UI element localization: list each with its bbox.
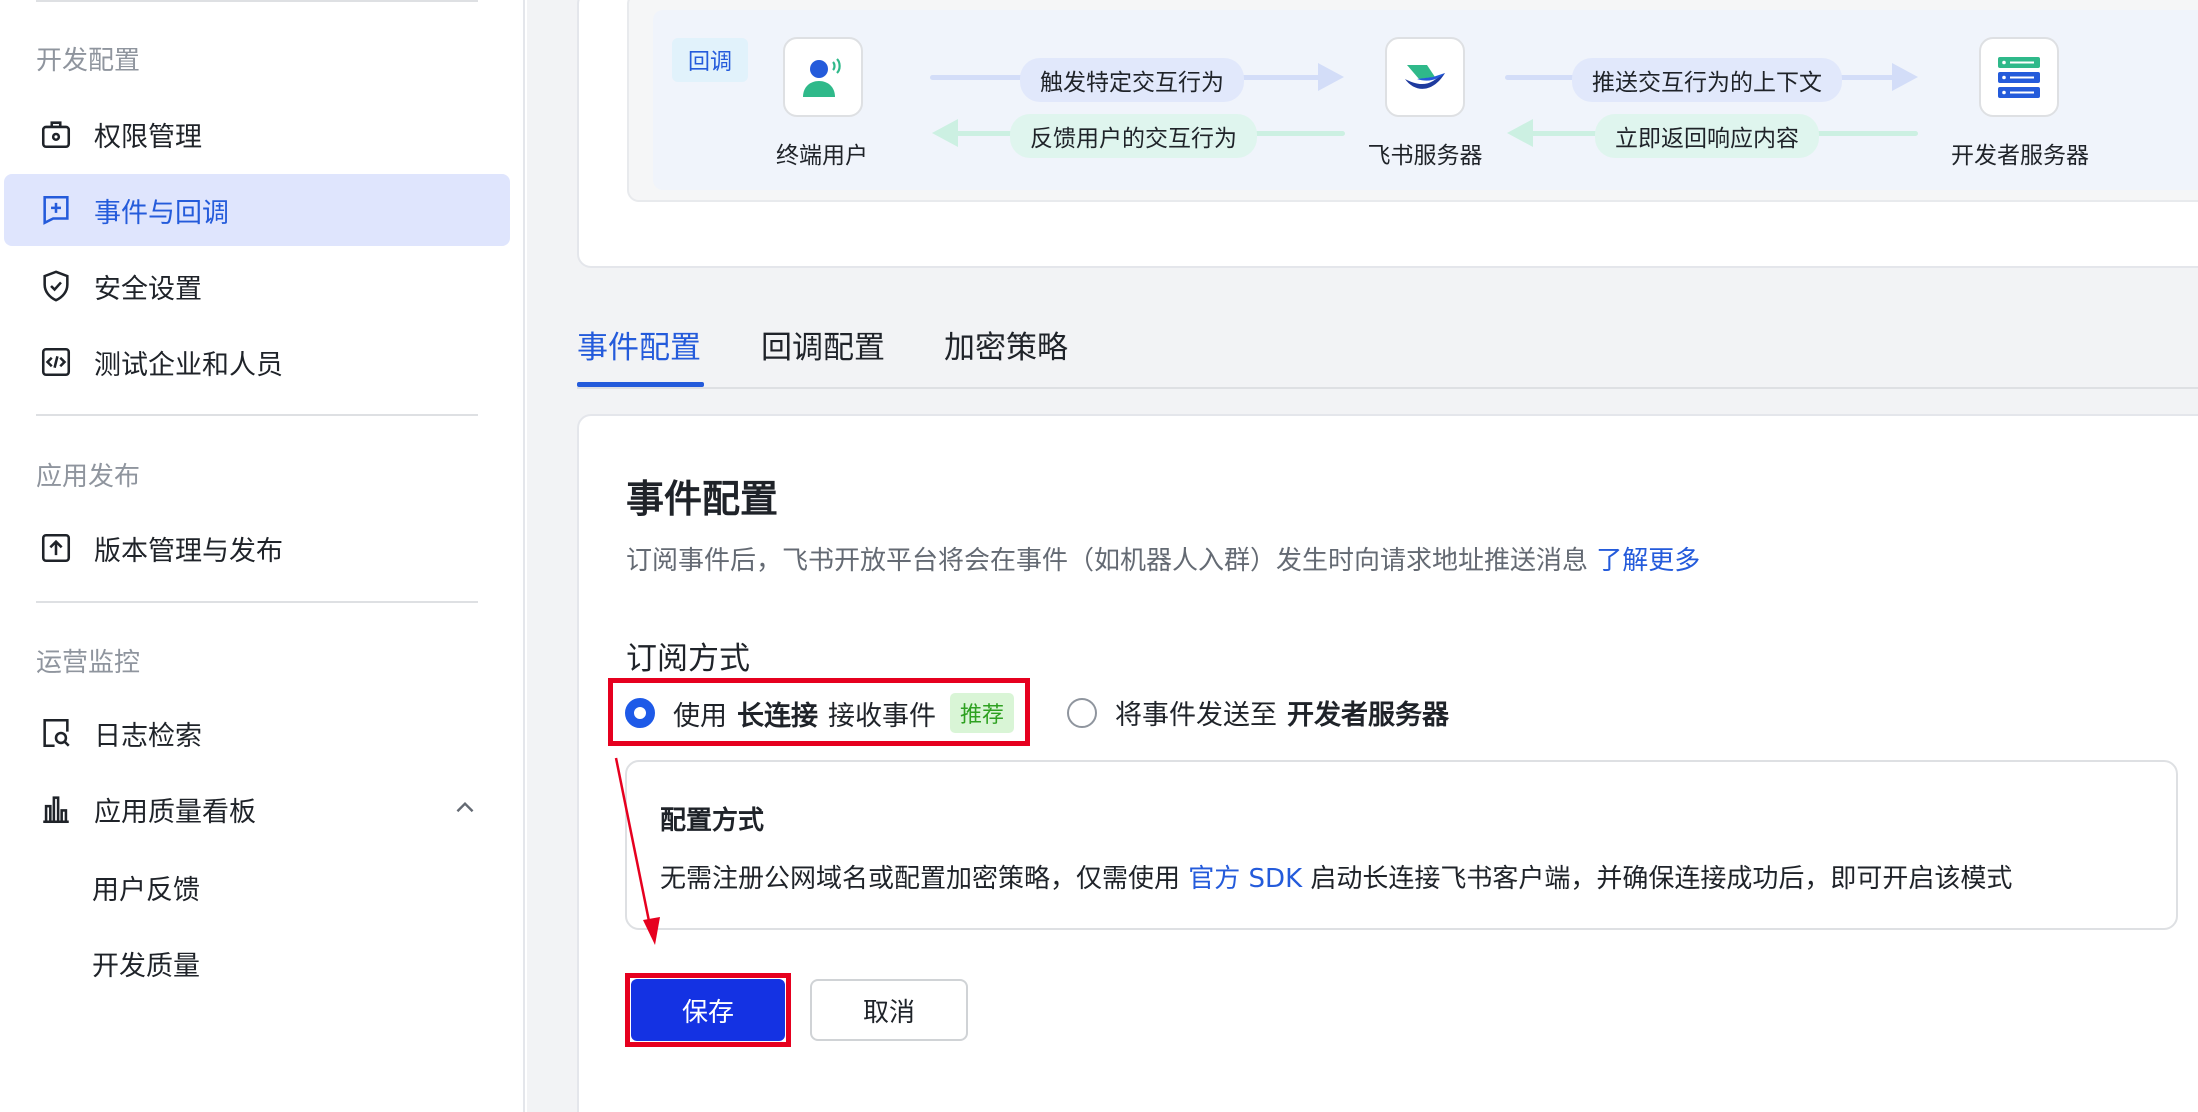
bar-chart-icon — [38, 791, 74, 827]
node-feishu-server: 飞书服务器 — [1367, 143, 1483, 169]
arrow-right-head — [1318, 63, 1344, 91]
tabs-divider — [577, 387, 2198, 389]
label-trigger: 触发特定交互行为 — [1020, 58, 1244, 102]
arrow-right-head — [1892, 63, 1918, 91]
tab-event-config[interactable]: 事件配置 — [577, 322, 701, 367]
sidebar-divider — [36, 414, 478, 416]
mode-desc-suffix: 启动长连接飞书客户端，并确保连接成功后，即可开启该模式 — [1310, 864, 2013, 894]
sidebar-item-events-callbacks[interactable]: 事件与回调 — [4, 174, 510, 246]
annotation-highlight-option — [608, 678, 1030, 746]
sidebar-item-permissions[interactable]: 权限管理 — [4, 98, 510, 170]
sidebar-item-quality-board[interactable]: 应用质量看板 — [4, 773, 510, 845]
section-ops-monitor: 运营监控 — [36, 648, 141, 678]
learn-more-link[interactable]: 了解更多 — [1596, 546, 1700, 576]
sidebar-item-label: 事件与回调 — [94, 197, 229, 229]
arrow-left-head — [1507, 119, 1533, 147]
lock-bag-icon — [38, 116, 74, 152]
section-description: 订阅事件后，飞书开放平台将会在事件（如机器人入群）发生时向请求地址推送消息 了解… — [626, 540, 1700, 577]
sidebar-item-test-users[interactable]: 测试企业和人员 — [4, 326, 510, 398]
official-sdk-link[interactable]: 官方 SDK — [1188, 864, 1302, 894]
upload-box-icon — [38, 530, 74, 566]
log-search-icon — [38, 715, 74, 751]
code-box-icon — [38, 344, 74, 380]
section-dev-config: 开发配置 — [36, 46, 141, 76]
radio-dev-server[interactable] — [1067, 697, 1097, 728]
sidebar-item-security[interactable]: 安全设置 — [4, 250, 510, 322]
sidebar-item-label: 测试企业和人员 — [94, 349, 283, 381]
label-respond: 立即返回响应内容 — [1595, 114, 1819, 158]
sidebar-item-log-search[interactable]: 日志检索 — [4, 697, 510, 769]
sidebar-divider — [36, 601, 478, 603]
label-push: 推送交互行为的上下文 — [1572, 58, 1842, 102]
option-dev-server[interactable]: 将事件发送至 开发者服务器 — [1067, 693, 1449, 732]
config-mode-description: 无需注册公网域名或配置加密策略，仅需使用 官方 SDK 启动长连接飞书客户端，并… — [660, 858, 2012, 895]
node-dev-server: 开发者服务器 — [1951, 143, 2089, 169]
sidebar-subitem-dev-quality[interactable]: 开发质量 — [92, 944, 200, 983]
cancel-button[interactable]: 取消 — [810, 979, 968, 1041]
arrow-left-head — [932, 119, 958, 147]
event-plus-icon — [38, 192, 74, 228]
sidebar-item-label: 安全设置 — [94, 273, 202, 305]
node-end-user: 终端用户 — [776, 143, 868, 169]
dev-server-icon — [1979, 37, 2059, 117]
section-app-release: 应用发布 — [36, 462, 141, 492]
sidebar-item-label: 日志检索 — [94, 720, 202, 752]
config-mode-box — [625, 760, 2178, 930]
sidebar-item-label: 版本管理与发布 — [94, 535, 283, 567]
subscribe-label: 订阅方式 — [626, 641, 750, 677]
annotation-highlight-save — [625, 973, 791, 1047]
sidebar-subitem-user-feedback[interactable]: 用户反馈 — [92, 868, 200, 907]
annotation-arrow — [614, 757, 660, 945]
sidebar-item-label: 权限管理 — [94, 121, 202, 153]
label-feedback: 反馈用户的交互行为 — [1010, 114, 1257, 158]
section-title: 事件配置 — [626, 477, 779, 521]
feishu-server-icon — [1385, 37, 1465, 117]
end-user-icon — [783, 37, 863, 117]
sidebar-item-version-release[interactable]: 版本管理与发布 — [4, 512, 510, 584]
mode-desc-prefix: 无需注册公网域名或配置加密策略，仅需使用 — [660, 864, 1181, 894]
tab-callback-config[interactable]: 回调配置 — [761, 322, 885, 367]
callback-tag: 回调 — [672, 38, 749, 82]
shield-check-icon — [38, 268, 74, 304]
sidebar-divider — [36, 0, 478, 2]
sidebar-item-label: 应用质量看板 — [94, 796, 256, 828]
chevron-up-icon[interactable] — [452, 795, 478, 821]
description-text: 订阅事件后，飞书开放平台将会在事件（如机器人入群）发生时向请求地址推送消息 — [626, 546, 1589, 576]
sidebar: 开发配置 权限管理 事件与回调 安全设置 测试企业和人员 应用发布 版本管理与发… — [0, 0, 525, 1112]
option-bold: 开发者服务器 — [1287, 700, 1449, 731]
option-prefix: 将事件发送至 — [1115, 700, 1277, 731]
tab-encryption[interactable]: 加密策略 — [944, 322, 1068, 367]
